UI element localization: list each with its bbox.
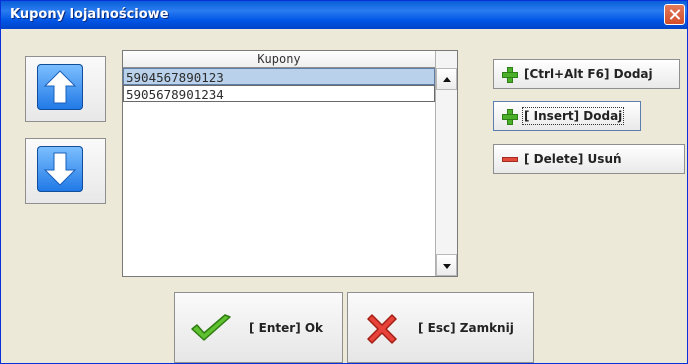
cancel-button[interactable]: [ Esc] Zamknij: [347, 292, 534, 363]
move-up-button[interactable]: [25, 56, 106, 122]
add-ctrl-button[interactable]: [Ctrl+Alt F6] Dodaj: [493, 59, 680, 89]
dialog-content: Kupony 5904567890123 5905678901234 [Ctrl…: [1, 29, 687, 363]
arrow-down-icon: [37, 146, 83, 192]
cancel-label: [ Esc] Zamknij: [418, 321, 514, 335]
list-item[interactable]: 5904567890123: [123, 68, 435, 85]
dialog-window: Kupony lojalnościowe Kupony 590456789012…: [0, 0, 688, 364]
checkmark-icon: [191, 314, 231, 341]
delete-label: [ Delete] Usuń: [524, 152, 622, 166]
minus-icon: [502, 157, 518, 162]
title-bar[interactable]: Kupony lojalnościowe: [1, 1, 687, 29]
move-down-button[interactable]: [25, 138, 106, 204]
arrow-up-icon: [37, 64, 83, 110]
close-button[interactable]: [664, 4, 685, 25]
list-scrollbar[interactable]: [435, 51, 457, 276]
list-item-label: 5905678901234: [126, 87, 224, 102]
add-insert-button[interactable]: [ Insert] Dodaj: [493, 101, 641, 131]
scroll-up-icon: [443, 77, 451, 82]
x-icon: [367, 314, 397, 344]
window-title: Kupony lojalnościowe: [10, 7, 169, 22]
list-item-label: 5904567890123: [126, 70, 224, 85]
add-insert-label: [ Insert] Dodaj: [521, 107, 625, 125]
ok-button[interactable]: [ Enter] Ok: [174, 292, 343, 363]
add-ctrl-label: [Ctrl+Alt F6] Dodaj: [524, 67, 653, 81]
scroll-down-button[interactable]: [436, 254, 457, 276]
coupons-list[interactable]: Kupony 5904567890123 5905678901234: [122, 50, 458, 277]
plus-icon: [502, 67, 518, 83]
delete-button[interactable]: [ Delete] Usuń: [493, 144, 685, 174]
list-item[interactable]: 5905678901234: [123, 85, 435, 102]
plus-icon: [502, 109, 518, 125]
scroll-down-icon: [443, 264, 451, 269]
scroll-up-button[interactable]: [436, 68, 457, 90]
list-column-header[interactable]: Kupony: [123, 51, 435, 68]
ok-label: [ Enter] Ok: [249, 321, 324, 335]
